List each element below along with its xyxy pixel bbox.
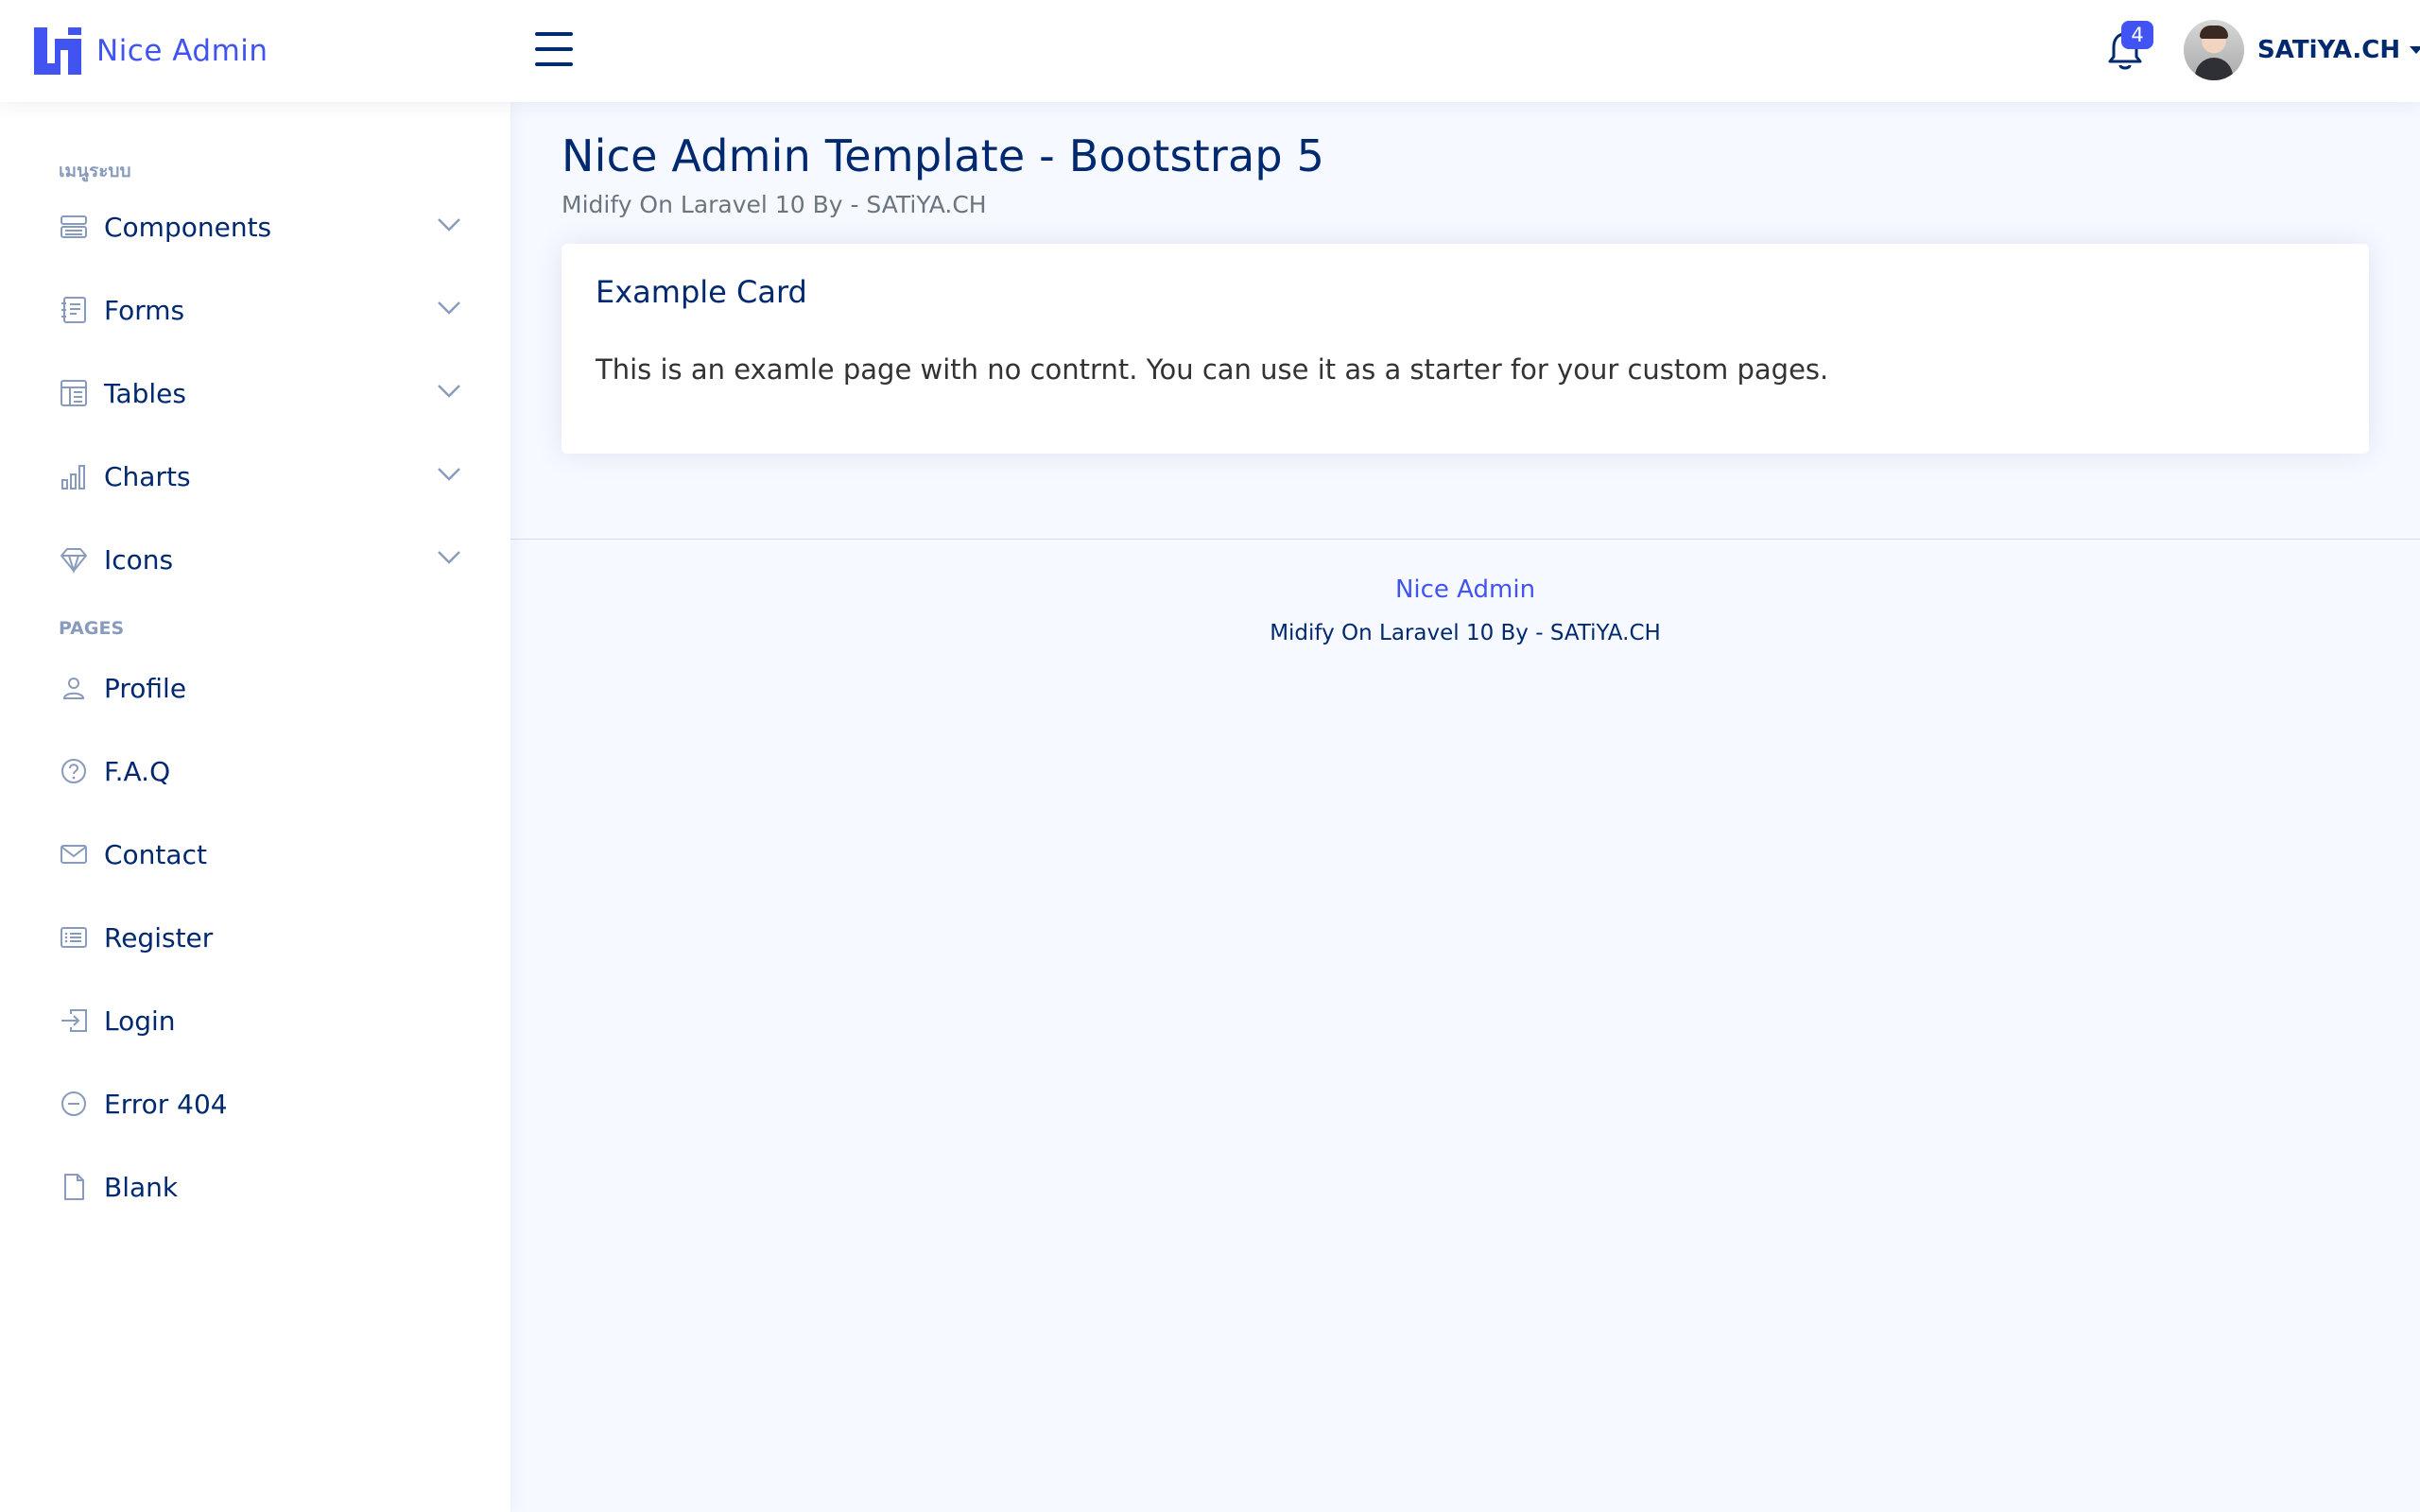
gem-icon: [57, 542, 91, 576]
journal-text-icon: [57, 293, 91, 327]
layout-text-window-icon: [57, 376, 91, 410]
sidebar-item-label: Blank: [104, 1171, 179, 1203]
sidebar-item-charts[interactable]: Charts: [38, 446, 473, 507]
logo-icon: [34, 27, 81, 75]
card-list-icon: [57, 920, 91, 954]
chevron-down-icon: [438, 218, 460, 232]
envelope-icon: [57, 837, 91, 871]
brand-logo[interactable]: Nice Admin: [32, 25, 268, 77]
chevron-down-icon: [438, 301, 460, 315]
sidebar-item-login[interactable]: Login: [38, 990, 473, 1051]
sidebar-item-label: Register: [104, 921, 214, 954]
profile-dropdown[interactable]: SATiYA.CH: [2184, 19, 2420, 81]
sidebar-item-profile[interactable]: Profile: [38, 658, 473, 718]
footer-brand-link[interactable]: Nice Admin: [510, 576, 2420, 604]
page-title-block: Nice Admin Template - Bootstrap 5: [562, 130, 1324, 181]
question-circle-icon: [57, 754, 91, 788]
chevron-down-icon: [438, 468, 460, 481]
person-icon: [57, 671, 91, 705]
sidebar-item-contact[interactable]: Contact: [38, 824, 473, 885]
sidebar-item-label: Profile: [104, 672, 187, 704]
sidebar-item-error-404[interactable]: Error 404: [38, 1074, 473, 1134]
profile-name: SATiYA.CH: [2257, 36, 2401, 64]
page-title: Nice Admin Template - Bootstrap 5: [562, 130, 1325, 181]
notification-count-badge: 4: [2121, 21, 2153, 49]
sidebar-item-forms[interactable]: Forms: [38, 280, 473, 340]
brand-name: Nice Admin: [96, 34, 268, 68]
caret-down-icon: [2410, 46, 2420, 54]
sidebar-item-label: Error 404: [104, 1088, 228, 1120]
bar-chart-icon: [57, 459, 91, 493]
hamburger-icon-line: [535, 47, 573, 51]
sidebar-item-icons[interactable]: Icons: [38, 529, 473, 590]
sidebar-item-label: Forms: [104, 294, 185, 326]
card-text: This is an examle page with no contrnt. …: [596, 353, 1829, 386]
example-card: Example Card This is an examle page with…: [562, 244, 2369, 454]
avatar: [2184, 20, 2244, 80]
sidebar-item-components[interactable]: Components: [38, 197, 473, 257]
sidebar-item-label: F.A.Q: [104, 755, 171, 787]
box-arrow-in-right-icon: [57, 1004, 91, 1038]
footer: Nice Admin Midify On Laravel 10 By - SAT…: [510, 539, 2420, 690]
card-title: Example Card: [596, 274, 807, 310]
page-subtitle: Midify On Laravel 10 By - SATiYA.CH: [562, 191, 987, 218]
sidebar-item-blank[interactable]: Blank: [38, 1157, 473, 1217]
sidebar-item-faq[interactable]: F.A.Q: [38, 741, 473, 801]
sidebar-item-label: Components: [104, 211, 272, 243]
sidebar-item-label: Icons: [104, 543, 174, 576]
file-icon: [57, 1170, 91, 1204]
footer-credit: Midify On Laravel 10 By - SATiYA.CH: [1270, 621, 1661, 645]
sidebar: เมนูระบบ Components Forms Tables Charts …: [0, 102, 510, 1512]
menu-button-icon: [57, 210, 91, 244]
hamburger-icon: [535, 32, 573, 36]
chevron-down-icon: [438, 385, 460, 398]
hamburger-icon-line: [535, 62, 573, 66]
notifications-button[interactable]: 4: [2100, 21, 2157, 77]
sidebar-toggle-button[interactable]: [531, 28, 577, 70]
sidebar-heading-pages: PAGES: [59, 618, 125, 639]
chevron-down-icon: [438, 551, 460, 564]
sidebar-item-label: Login: [104, 1005, 176, 1037]
sidebar-item-label: Charts: [104, 460, 191, 492]
sidebar-item-tables[interactable]: Tables: [38, 363, 473, 423]
dash-circle-icon: [57, 1087, 91, 1121]
sidebar-item-label: Contact: [104, 838, 207, 870]
sidebar-heading-main: เมนูระบบ: [59, 161, 131, 181]
top-header: Nice Admin 4 SATiYA.CH: [0, 0, 2420, 102]
sidebar-item-label: Tables: [104, 377, 186, 409]
sidebar-item-register[interactable]: Register: [38, 907, 473, 968]
